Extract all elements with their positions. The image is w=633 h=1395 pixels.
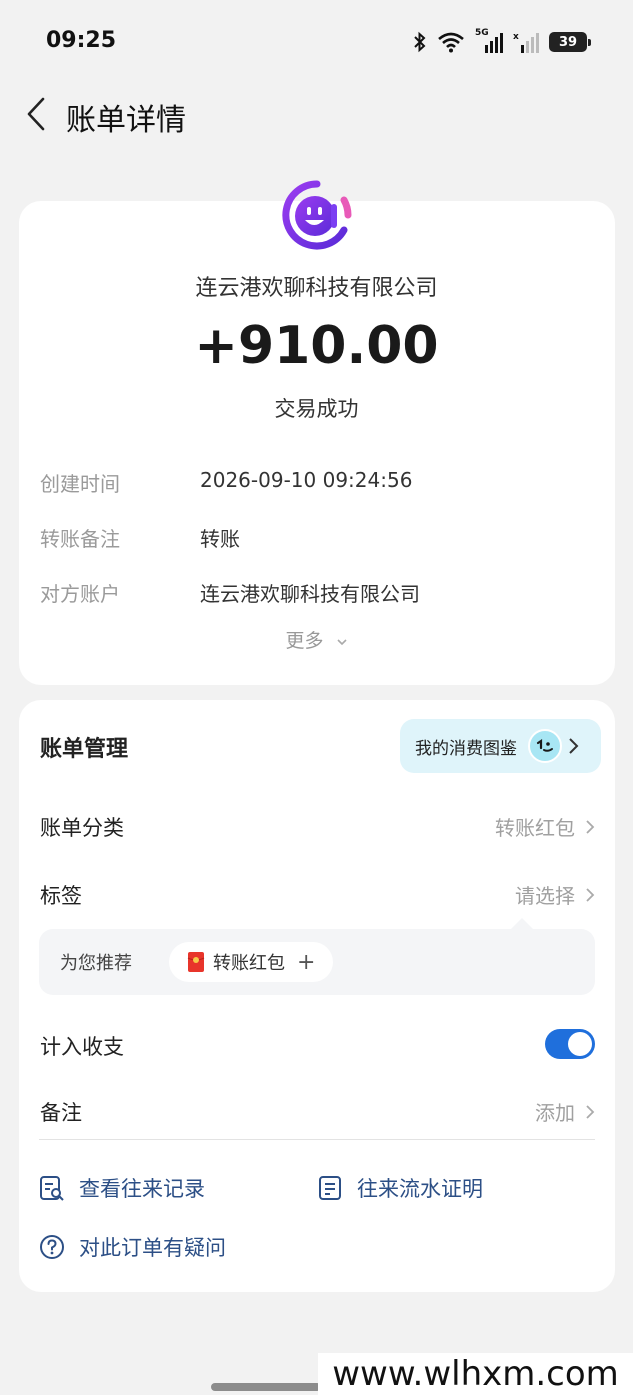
recommend-chip-transfer-redpacket[interactable]: 转账红包 + xyxy=(169,942,333,982)
chevron-down-icon xyxy=(336,638,347,645)
note-value: 添加 xyxy=(535,1101,575,1125)
bluetooth-icon xyxy=(414,31,426,53)
merchant-name: 连云港欢聊科技有限公司 xyxy=(195,276,438,301)
detail-value: 连云港欢聊科技有限公司 xyxy=(200,582,420,606)
red-packet-icon xyxy=(187,952,205,972)
view-history-link[interactable]: 查看往来记录 xyxy=(39,1173,205,1203)
tag-row[interactable]: 标签 请选择 xyxy=(40,880,595,914)
count-in-label: 计入收支 xyxy=(40,1035,124,1059)
nav-bar: 账单详情 xyxy=(0,80,633,146)
recommend-chip-label: 转账红包 xyxy=(213,953,285,974)
note-label: 备注 xyxy=(40,1101,82,1125)
more-button[interactable]: 更多 xyxy=(0,626,633,653)
count-in-toggle[interactable] xyxy=(545,1029,595,1059)
chevron-right-icon xyxy=(586,1104,595,1119)
document-icon xyxy=(319,1176,341,1200)
svg-text:x: x xyxy=(513,32,519,42)
signal-weak-icon: x xyxy=(513,32,539,53)
merchant-logo xyxy=(282,180,352,250)
watermark-text: www.wlhxm.com xyxy=(318,1353,633,1395)
help-circle-icon xyxy=(40,1235,64,1259)
detail-value: 转账 xyxy=(200,527,240,551)
detail-label: 创建时间 xyxy=(40,472,120,496)
back-button[interactable] xyxy=(18,94,54,134)
bill-category-label: 账单分类 xyxy=(40,816,124,840)
wifi-icon xyxy=(438,32,464,53)
plus-icon: + xyxy=(297,949,316,975)
more-label: 更多 xyxy=(285,630,324,652)
bill-management-card xyxy=(19,700,615,1292)
note-row[interactable]: 备注 添加 xyxy=(40,1097,595,1131)
tag-value: 请选择 xyxy=(515,884,575,908)
chevron-right-icon xyxy=(569,738,579,754)
statement-proof-link[interactable]: 往来流水证明 xyxy=(317,1173,483,1203)
battery-level: 39 xyxy=(558,34,578,50)
signal-5g-icon: 5G xyxy=(475,28,503,53)
order-question-label: 对此订单有疑问 xyxy=(79,1236,226,1260)
detail-label: 转账备注 xyxy=(40,527,120,551)
merchant-logo-icon xyxy=(282,180,352,250)
statement-proof-label: 往来流水证明 xyxy=(357,1177,483,1201)
battery-icon: 39 xyxy=(549,32,591,52)
status-icons: 5G x 39 xyxy=(413,28,591,54)
home-indicator[interactable] xyxy=(211,1383,321,1391)
order-question-link[interactable]: 对此订单有疑问 xyxy=(39,1232,226,1262)
section-title: 账单管理 xyxy=(40,737,129,762)
detail-label: 对方账户 xyxy=(40,582,120,606)
detail-value: 2026-09-10 09:24:56 xyxy=(200,468,413,492)
status-bar: 09:25 5G x 39 xyxy=(0,0,633,80)
mascot-icon xyxy=(528,729,562,763)
bill-category-row[interactable]: 账单分类 转账红包 xyxy=(40,812,595,846)
transaction-status: 交易成功 xyxy=(274,397,359,421)
status-time: 09:25 xyxy=(46,28,117,53)
recommend-label: 为您推荐 xyxy=(60,953,132,974)
spend-gallery-button[interactable]: 我的消费图鉴 xyxy=(400,719,601,773)
transaction-amount: +910.00 xyxy=(194,316,439,376)
view-history-label: 查看往来记录 xyxy=(79,1177,205,1201)
chevron-right-icon xyxy=(586,887,595,902)
tag-label: 标签 xyxy=(40,884,82,908)
record-search-icon xyxy=(40,1176,64,1201)
spend-gallery-label: 我的消费图鉴 xyxy=(415,738,517,759)
count-in-row: 计入收支 xyxy=(40,1031,595,1065)
chevron-right-icon xyxy=(586,819,595,834)
chevron-left-icon xyxy=(27,97,45,131)
page-title: 账单详情 xyxy=(66,103,186,138)
divider xyxy=(39,1139,595,1140)
bill-category-value: 转账红包 xyxy=(495,816,575,840)
